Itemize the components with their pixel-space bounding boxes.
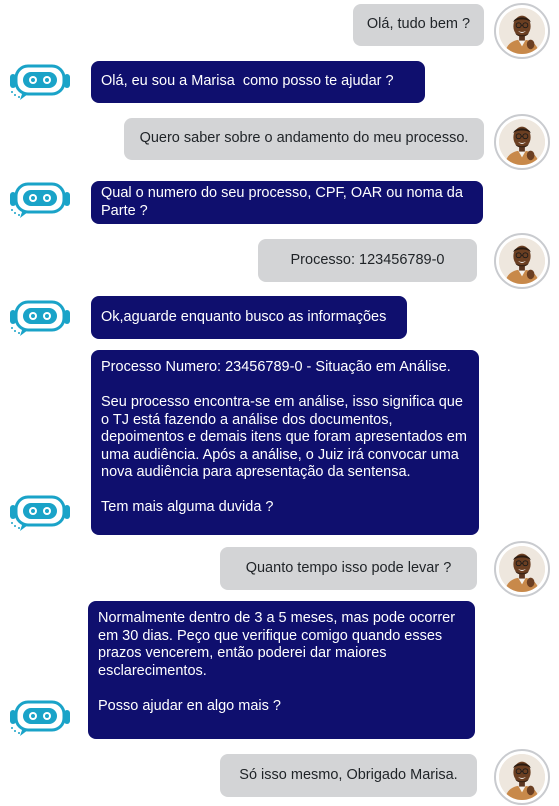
message-bot-5: Normalmente dentro de 3 a 5 meses, mas p… <box>88 601 475 739</box>
robot-icon <box>6 493 74 533</box>
user-avatar <box>494 749 550 805</box>
robot-icon <box>6 698 74 738</box>
user-avatar <box>494 114 550 170</box>
robot-icon <box>6 180 74 220</box>
user-avatar <box>494 233 550 289</box>
user-avatar <box>494 541 550 597</box>
message-user-4: Quanto tempo isso pode levar ? <box>220 547 477 590</box>
user-avatar <box>494 3 550 59</box>
message-user-2: Quero saber sobre o andamento do meu pro… <box>124 118 484 160</box>
message-user-3: Processo: 123456789-0 <box>258 239 477 282</box>
robot-icon <box>6 62 74 102</box>
message-bot-4: Processo Numero: 23456789-0 - Situação e… <box>91 350 479 535</box>
robot-icon <box>6 298 74 338</box>
message-bot-1: Olá, eu sou a Marisa como posso te ajuda… <box>91 61 425 103</box>
message-user-1: Olá, tudo bem ? <box>353 4 484 46</box>
message-bot-2: Qual o numero do seu processo, CPF, OAR … <box>91 181 483 224</box>
message-bot-3: Ok,aguarde enquanto busco as informações <box>91 296 407 339</box>
message-user-5: Só isso mesmo, Obrigado Marisa. <box>220 754 477 797</box>
